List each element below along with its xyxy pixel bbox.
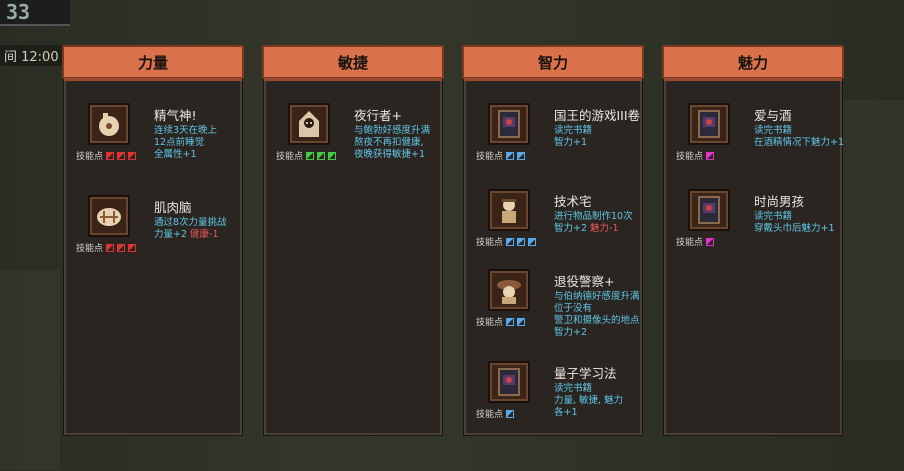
skill-point-icon [117, 151, 126, 160]
skill-point-icon [517, 151, 526, 160]
skill-points: 技能点 [76, 149, 137, 162]
book-icon [688, 189, 730, 231]
skill-points: 技能点 [476, 235, 537, 248]
floor-tile [0, 270, 60, 470]
engineer-icon [488, 189, 530, 231]
hooded-figure-icon [288, 103, 330, 145]
skill-point-icon [306, 151, 315, 160]
skill-point-icon [706, 151, 715, 160]
skill-description: 连续3天在晚上 12点前睡觉 全属性+1 [154, 125, 218, 160]
time-label: 间 12:00 [0, 45, 63, 66]
day-counter: 33 [0, 0, 70, 26]
skill-name: 精气神! [154, 108, 197, 123]
skill-point-icon [506, 409, 515, 418]
skill-point-icon [506, 237, 515, 246]
book-icon [488, 361, 530, 403]
negative-effect: 健康-1 [187, 229, 219, 240]
panel-title: 智力 [462, 45, 644, 81]
skill-points: 技能点 [76, 241, 137, 254]
skill-name: 时尚男孩 [754, 194, 805, 209]
skill-points: 技能点 [476, 315, 526, 328]
skill-point-icon [517, 317, 526, 326]
skill-point-icon [528, 237, 537, 246]
skill-point-icon [317, 151, 326, 160]
skill-name: 夜行者+ [354, 108, 402, 123]
skill-panel: 敏捷夜行者+ 与鲍勃好感度升满 熬夜不再扣健康, 夜晚获得敏捷+1 技能点 [262, 45, 444, 435]
skill-point-icon [106, 243, 115, 252]
skill-panel: 智力国王的游戏III卷读完书籍 智力+1 技能点 技术宅进行物品制作10次 智力+2 … [462, 45, 644, 435]
skill-point-icon [106, 151, 115, 160]
skill-name: 量子学习法 [554, 366, 617, 381]
skill-point-icon [117, 243, 126, 252]
skill-point-icon [506, 317, 515, 326]
skill-point-icon [506, 151, 515, 160]
skill-name: 国王的游戏III卷 [554, 108, 641, 123]
skill-points: 技能点 [476, 407, 515, 420]
book-icon [488, 103, 530, 145]
skill-name: 爱与酒 [754, 108, 792, 123]
skill-description: 通过8次力量挑战 力量+2 健康-1 [154, 217, 227, 240]
skill-panel: 魅力爱与酒读完书籍 在酒精情况下魅力+1 技能点 时尚男孩读完书籍 穿戴头巾后魅力+1… [662, 45, 844, 435]
skill-description: 与鲍勃好感度升满 熬夜不再扣健康, 夜晚获得敏捷+1 [354, 125, 431, 160]
skill-description: 读完书籍 力量, 敏捷, 魅力 各+1 [554, 383, 624, 418]
skill-point-icon [517, 237, 526, 246]
panel-title: 魅力 [662, 45, 844, 81]
skill-point-icon [128, 243, 137, 252]
fist-icon [88, 103, 130, 145]
panel-title: 力量 [62, 45, 244, 81]
skill-points: 技能点 [476, 149, 526, 162]
brain-muscle-icon [88, 195, 130, 237]
negative-effect: 魅力-1 [587, 223, 619, 234]
skill-name: 技术宅 [554, 194, 592, 209]
skill-point-icon [706, 237, 715, 246]
skill-points: 技能点 [676, 235, 715, 248]
panel-title: 敏捷 [262, 45, 444, 81]
skill-description: 进行物品制作10次 智力+2 魅力-1 [554, 211, 633, 234]
skill-point-icon [128, 151, 137, 160]
skill-description: 读完书籍 在酒精情况下魅力+1 [754, 125, 845, 148]
skill-points: 技能点 [676, 149, 715, 162]
skill-description: 读完书籍 智力+1 [554, 125, 593, 148]
skill-description: 与伯纳德好感度升满 位于没有 警卫和摄像头的地点 智力+2 [554, 291, 640, 338]
book-icon [688, 103, 730, 145]
skill-points: 技能点 [276, 149, 337, 162]
skill-panel: 力量精气神! 连续3天在晚上 12点前睡觉 全属性+1 技能点 肌肉脑通过8次力量挑战力… [62, 45, 244, 435]
skill-point-icon [328, 151, 337, 160]
skill-description: 读完书籍 穿戴头巾后魅力+1 [754, 211, 835, 234]
police-hat-icon [488, 269, 530, 311]
skill-name: 退役警察+ [554, 274, 615, 289]
skill-name: 肌肉脑 [154, 200, 192, 215]
